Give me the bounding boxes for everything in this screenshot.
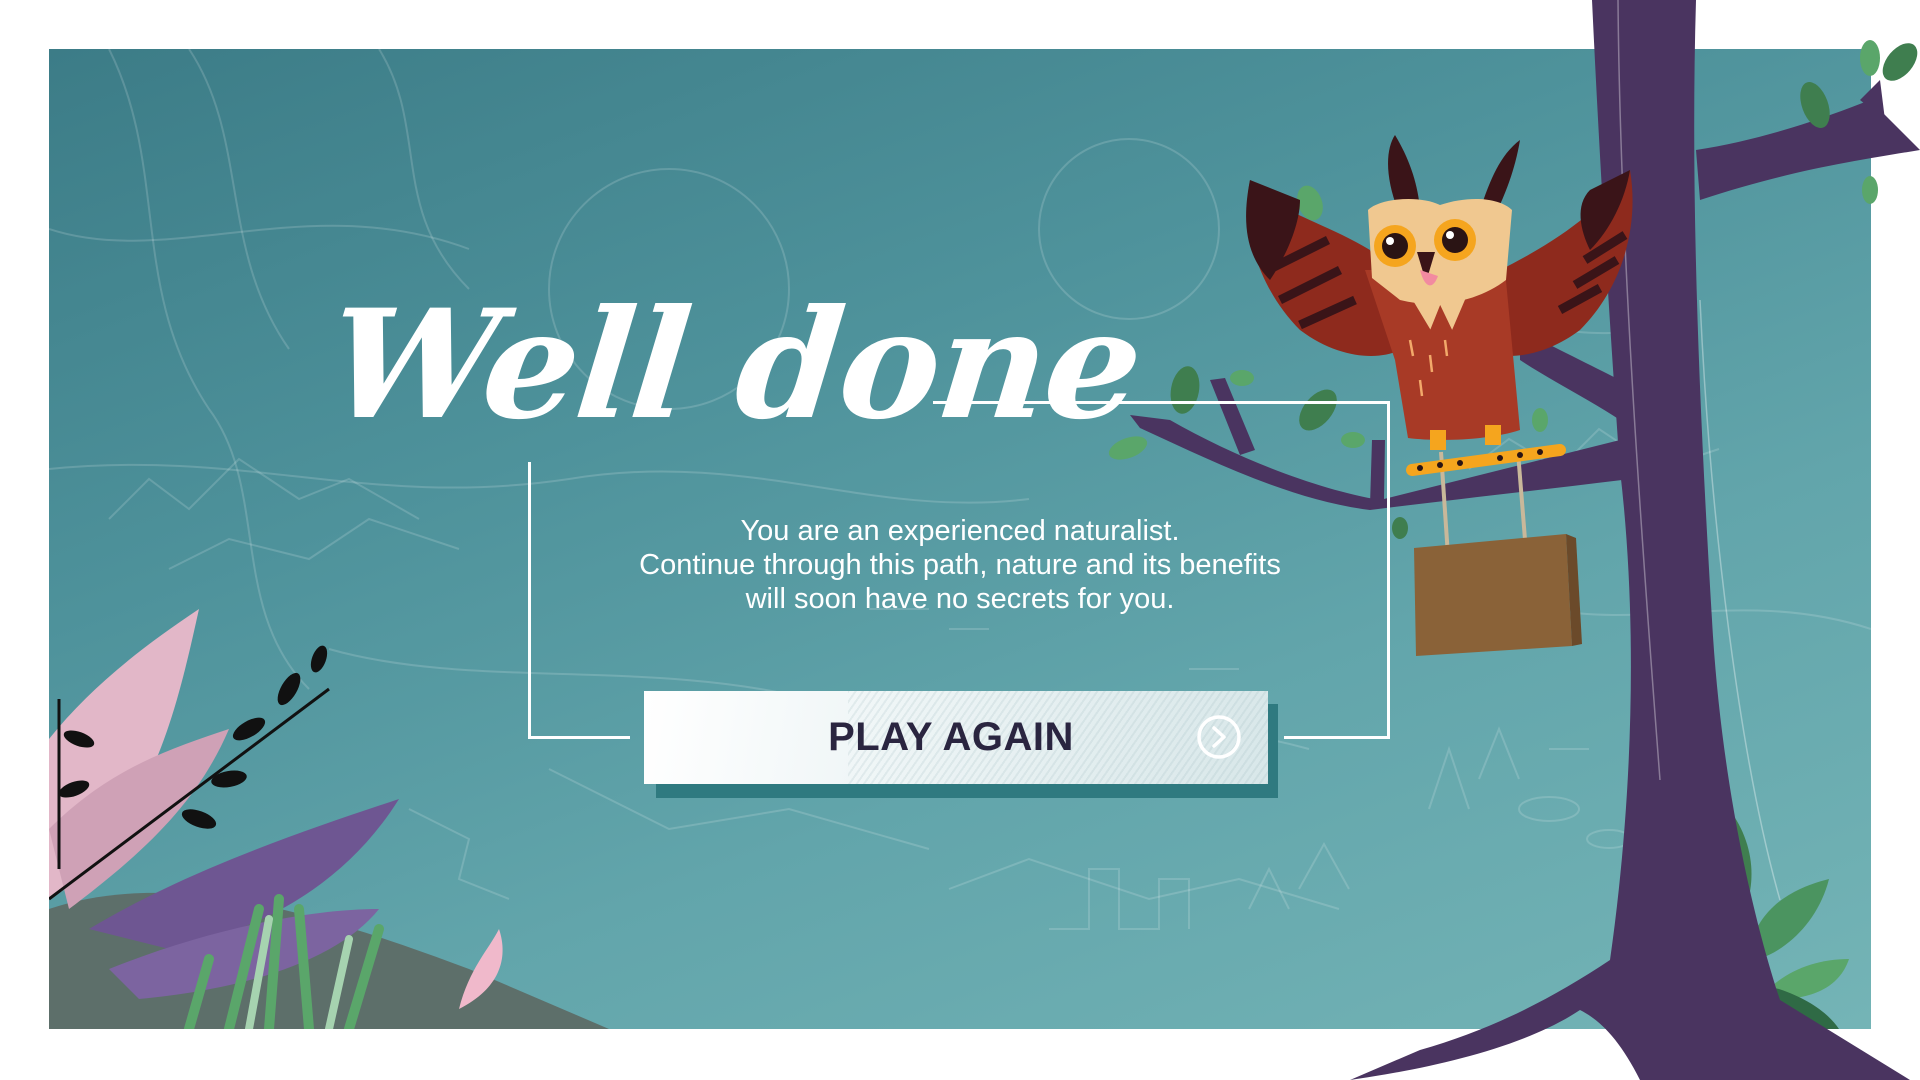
message-line: You are an experienced naturalist. (740, 515, 1180, 547)
page-title: Well done (320, 277, 1149, 453)
frame-line-right (1387, 401, 1390, 739)
frame-line-bottom-left (528, 736, 630, 739)
game-end-screen: Well done You are an experienced natural… (0, 0, 1920, 1080)
message-line: Continue through this path, nature and i… (639, 549, 1281, 581)
frame-line-left (528, 462, 531, 739)
play-again-label: PLAY AGAIN (828, 715, 1074, 759)
foliage-bottom-left (49, 609, 609, 1029)
foliage-bottom-right (1689, 809, 1849, 1029)
frame-line-bottom-right (1284, 736, 1390, 739)
arrow-right-circle-icon (1197, 715, 1241, 759)
message-line: will soon have no secrets for you. (745, 583, 1175, 615)
play-again-button[interactable]: PLAY AGAIN (644, 691, 1268, 784)
frame-line-top (933, 401, 1389, 404)
completion-message: You are an experienced naturalist. Conti… (560, 514, 1360, 616)
